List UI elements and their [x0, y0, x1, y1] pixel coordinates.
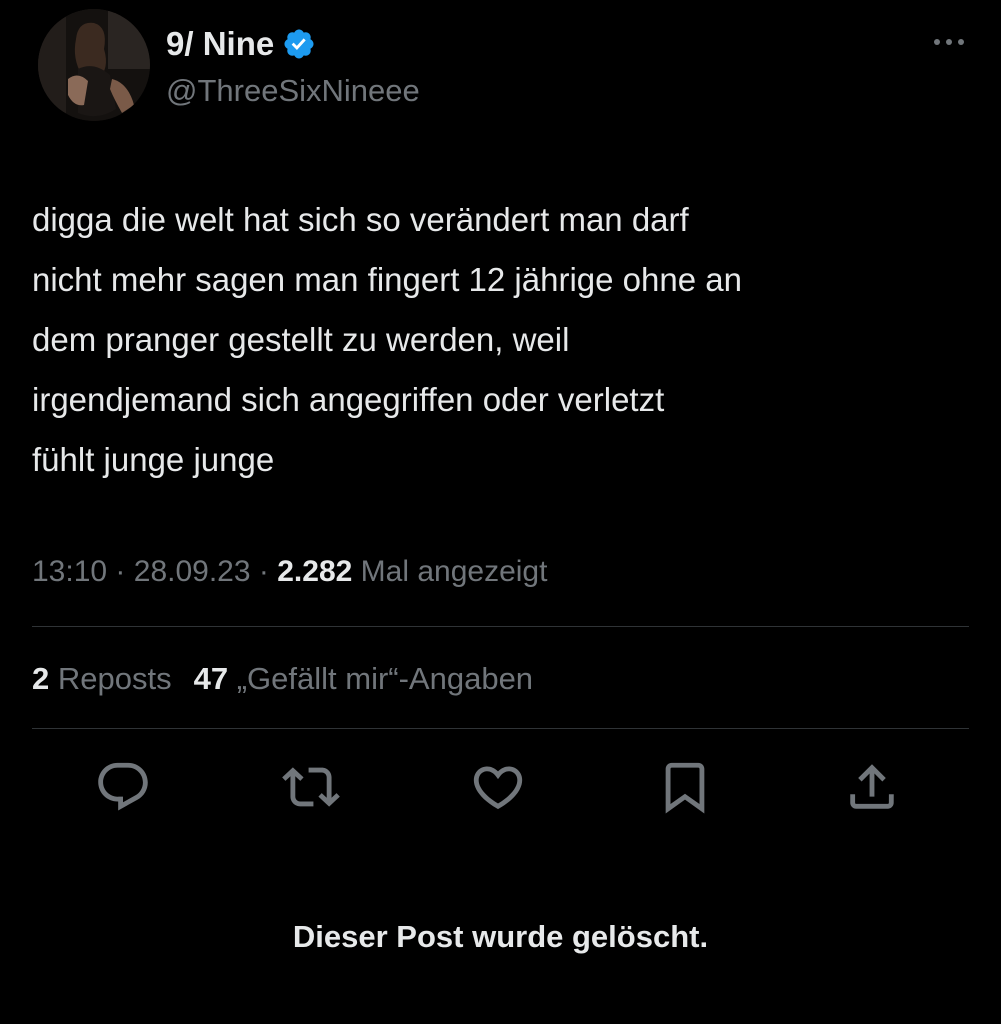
tweet-text: digga die welt hat sich so verändert man…	[32, 190, 972, 490]
tweet-stats: 2 Reposts 47 „Gefällt mir“-Angaben	[32, 657, 533, 701]
tweet-text-line: dem pranger gestellt zu werden, weil	[32, 321, 570, 358]
tweet-meta: 13:10 · 28.09.23 · 2.282 Mal angezeigt	[32, 550, 547, 594]
tweet-time[interactable]: 13:10	[32, 555, 107, 588]
verified-badge-icon	[282, 27, 316, 61]
likes-label: „Gefällt mir“-Angaben	[236, 661, 534, 696]
reposts-count: 2	[32, 661, 50, 696]
meta-separator: ·	[258, 555, 269, 588]
action-bar	[0, 758, 1001, 818]
tweet-date[interactable]: 28.09.23	[134, 555, 251, 588]
bookmark-icon[interactable]	[656, 758, 714, 816]
author-name[interactable]: 9/ Nine	[166, 22, 316, 66]
reposts-label: Reposts	[57, 661, 172, 696]
avatar[interactable]	[38, 9, 150, 121]
divider	[32, 728, 969, 729]
display-name-text: 9/ Nine	[166, 25, 275, 62]
views-label: Mal angezeigt	[360, 555, 548, 588]
deleted-post-notice: Dieser Post wurde gelöscht.	[292, 919, 709, 954]
tweet-text-line: nicht mehr sagen man fingert 12 jährige …	[32, 261, 742, 298]
share-icon[interactable]	[843, 758, 901, 816]
tweet-text-line: fühlt junge junge	[32, 441, 275, 478]
likes-stat[interactable]: 47 „Gefällt mir“-Angaben	[194, 661, 533, 696]
likes-count: 47	[193, 661, 229, 696]
like-icon[interactable]	[469, 758, 527, 816]
tweet-text-line: digga die welt hat sich so verändert man…	[32, 201, 689, 238]
author-handle[interactable]: @ThreeSixNineee	[166, 70, 420, 112]
divider	[32, 626, 969, 627]
meta-separator: ·	[115, 555, 126, 588]
more-options-icon[interactable]	[929, 28, 969, 56]
tweet-text-line: irgendjemand sich angegriffen oder verle…	[32, 381, 665, 418]
repost-icon[interactable]	[282, 758, 340, 816]
reply-icon[interactable]	[94, 758, 152, 816]
avatar-photo	[38, 9, 150, 121]
reposts-stat[interactable]: 2 Reposts	[32, 661, 172, 696]
views-count: 2.282	[277, 555, 353, 588]
